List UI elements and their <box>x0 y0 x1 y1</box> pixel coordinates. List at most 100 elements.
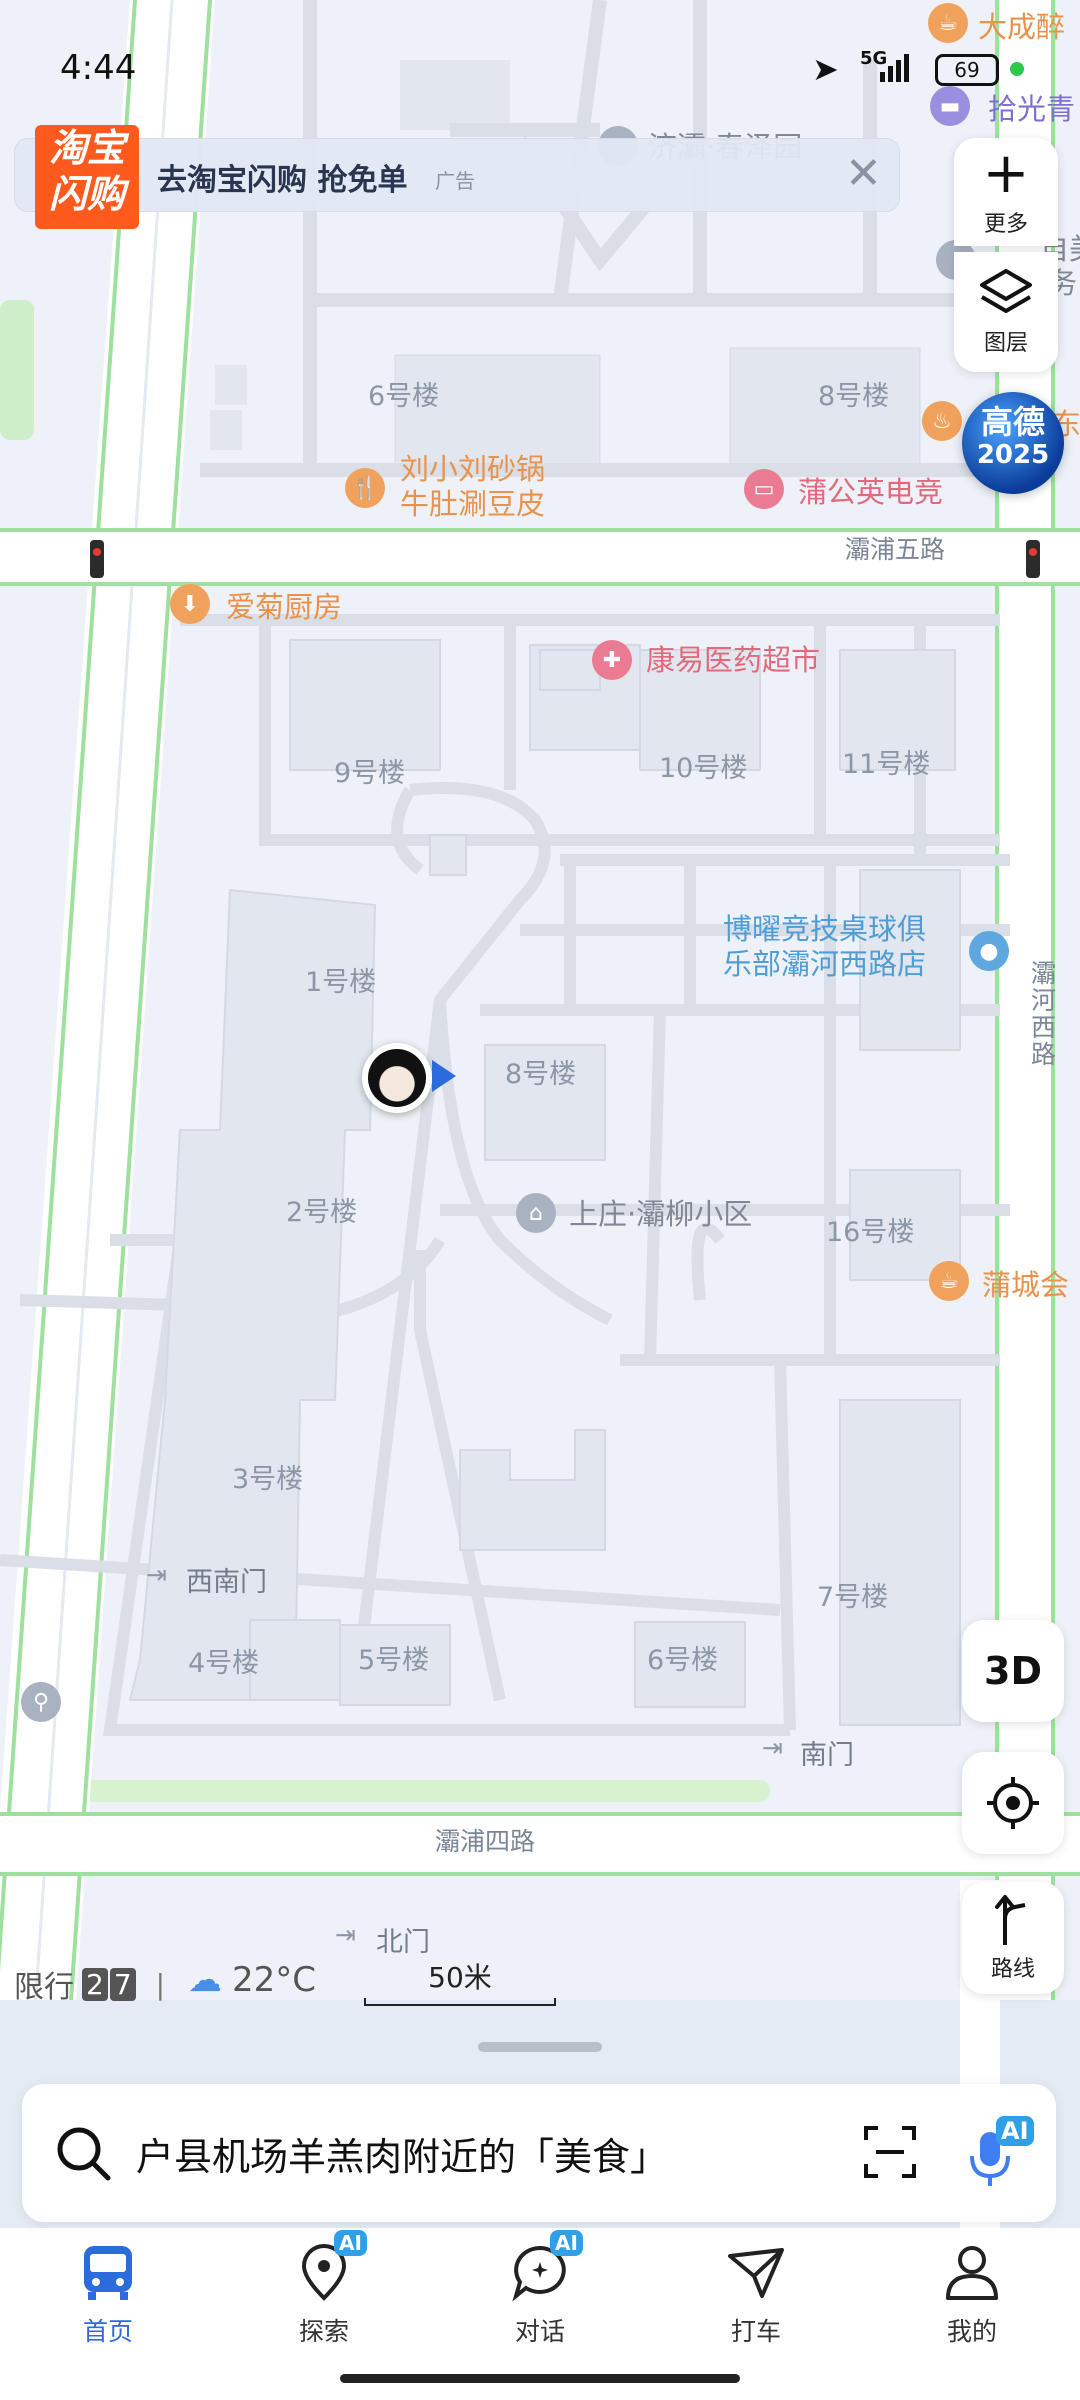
fork-knife-poi-icon[interactable]: 🍴 <box>345 468 385 508</box>
nav-taxi[interactable]: 打车 <box>686 2240 826 2348</box>
kitchen-poi-icon[interactable]: ⬇ <box>170 584 210 624</box>
restriction-digit: 7 <box>109 1967 136 2001</box>
search-input[interactable]: 户县机场羊羔肉附近的「美食」 <box>136 2126 668 2181</box>
battery-icon: 69 <box>935 54 999 86</box>
ai-badge: AI <box>550 2230 583 2256</box>
ai-badge: AI <box>996 2116 1034 2146</box>
poi-label[interactable]: 刘小刘砂锅 牛肚涮豆皮 <box>400 452 545 522</box>
map-roads-layer <box>0 0 1080 2230</box>
user-location-marker[interactable] <box>362 1043 432 1113</box>
battery-level: 69 <box>954 58 980 82</box>
building-label: 10号楼 <box>659 753 748 784</box>
ad-tag: 广告 <box>435 169 475 193</box>
building-label: 16号楼 <box>826 1217 915 1248</box>
3d-label: 3D <box>984 1649 1042 1693</box>
gate-icon: ⇥ <box>335 1920 356 1949</box>
route-button[interactable]: 路线 <box>962 1882 1064 1994</box>
poi-label[interactable]: 博曜竞技桌球俱 乐部灞河西路店 <box>723 912 926 982</box>
building-label: 7号楼 <box>817 1582 889 1613</box>
location-arrow-icon: ➤ <box>812 50 839 88</box>
nav-explore[interactable]: AI 探索 <box>254 2230 394 2348</box>
layers-icon <box>980 269 1032 313</box>
locate-me-button[interactable] <box>962 1752 1064 1854</box>
scan-icon[interactable] <box>862 2124 918 2180</box>
restriction-digit: 2 <box>82 1967 108 2001</box>
restaurant-poi-icon[interactable]: ☕ <box>929 1261 969 1301</box>
poi-label[interactable]: 康易医药超市 <box>646 637 820 679</box>
building-label: 3号楼 <box>232 1464 304 1495</box>
close-icon[interactable]: ✕ <box>845 149 882 199</box>
building-label: 6号楼 <box>647 1645 719 1676</box>
restroom-icon[interactable]: ⚲ <box>21 1682 61 1722</box>
privacy-dot <box>1010 62 1024 76</box>
nav-explore-label: 探索 <box>298 2317 349 2346</box>
more-label: 更多 <box>983 212 1028 237</box>
gate-label[interactable]: 西南门 <box>186 1560 267 1599</box>
traffic-restriction[interactable]: 限行 2 7 | <box>14 1962 165 2006</box>
taxi-flag-icon <box>728 2248 784 2298</box>
building-label: 5号楼 <box>358 1645 430 1676</box>
building-label: 8号楼 <box>818 381 890 412</box>
building-label: 2号楼 <box>286 1197 358 1228</box>
poi-label[interactable]: 蒲公英电竞 <box>798 469 943 511</box>
poi-label[interactable]: 爱菊厨房 <box>226 584 342 626</box>
billiards-poi-icon[interactable]: ● <box>969 931 1009 971</box>
restriction-label: 限行 <box>14 1970 74 2005</box>
nav-chat-label: 对话 <box>514 2317 565 2346</box>
signal-icon <box>880 52 909 82</box>
user-avatar <box>368 1049 426 1107</box>
search-icon <box>57 2127 111 2181</box>
route-turn-icon <box>995 1895 1026 1945</box>
logo-line: 淘宝 <box>48 126 125 170</box>
weather[interactable]: ☁ 22°C <box>188 1960 316 2000</box>
drawer-handle[interactable] <box>478 2042 602 2052</box>
gate-label[interactable]: 北门 <box>376 1920 430 1959</box>
road-label: 灞浦四路 <box>435 1827 536 1856</box>
gate-icon: ⇥ <box>146 1560 167 1589</box>
nav-profile[interactable]: 我的 <box>902 2240 1042 2348</box>
3d-toggle-button[interactable]: 3D <box>962 1620 1064 1722</box>
ad-banner[interactable]: 淘宝 闪购 去淘宝闪购 抢免单 广告 ✕ <box>14 125 900 229</box>
scale-line <box>364 1998 556 2006</box>
building-label: 11号楼 <box>842 749 931 780</box>
gaode-line1: 高德 <box>980 403 1045 441</box>
gaode-2025-badge[interactable]: 高德 2025 <box>962 392 1064 494</box>
status-time: 4:44 <box>60 48 137 88</box>
route-label: 路线 <box>990 1957 1035 1982</box>
nav-home[interactable]: 首页 <box>38 2240 178 2348</box>
more-button[interactable]: + 更多 <box>954 138 1058 246</box>
building-label: 9号楼 <box>334 758 406 789</box>
building-label: 6号楼 <box>368 381 440 412</box>
ai-badge: AI <box>334 2230 367 2256</box>
person-icon <box>946 2246 998 2300</box>
crosshair-icon <box>987 1777 1039 1829</box>
home-indicator <box>340 2374 740 2383</box>
layers-button[interactable]: 图层 <box>954 252 1058 372</box>
building-label: 1号楼 <box>305 967 377 998</box>
search-bar[interactable]: 户县机场羊羔肉附近的「美食」 AI <box>22 2084 1056 2222</box>
food-poi-icon[interactable]: ♨ <box>922 401 962 441</box>
scale-bar: 50米 <box>364 1956 556 2006</box>
nav-taxi-label: 打车 <box>730 2317 781 2346</box>
nav-chat[interactable]: AI 对话 <box>470 2230 610 2348</box>
road-label: 灞河西路 <box>1031 959 1057 1069</box>
community-poi-icon[interactable]: ⌂ <box>516 1193 556 1233</box>
road-label: 灞浦五路 <box>845 535 946 564</box>
map-canvas[interactable]: 6号楼 8号楼 9号楼 10号楼 11号楼 1号楼 8号楼 2号楼 16号楼 3… <box>0 0 1080 2230</box>
logo-line: 闪购 <box>48 172 125 216</box>
gaming-poi-icon[interactable]: ▭ <box>744 469 784 509</box>
gate-label[interactable]: 南门 <box>800 1733 854 1772</box>
nav-home-label: 首页 <box>82 2317 133 2346</box>
ad-text: 去淘宝闪购 抢免单 <box>157 163 408 198</box>
separator: | <box>155 1967 166 2001</box>
voice-ai-button[interactable]: AI <box>964 2116 1034 2190</box>
gaode-line2: 2025 <box>976 440 1050 470</box>
pharmacy-poi-icon[interactable]: ✚ <box>592 640 632 680</box>
heading-arrow-icon <box>432 1060 456 1092</box>
poi-label[interactable]: 上庄·灞柳小区 <box>569 1191 752 1233</box>
poi-label[interactable]: 蒲城会 <box>982 1262 1069 1304</box>
taobao-logo: 淘宝 闪购 <box>35 125 139 229</box>
cloud-icon: ☁ <box>188 1960 222 2000</box>
bus-icon <box>84 2246 132 2300</box>
status-bar: 4:44 ➤ 5G 69 <box>0 0 1080 130</box>
